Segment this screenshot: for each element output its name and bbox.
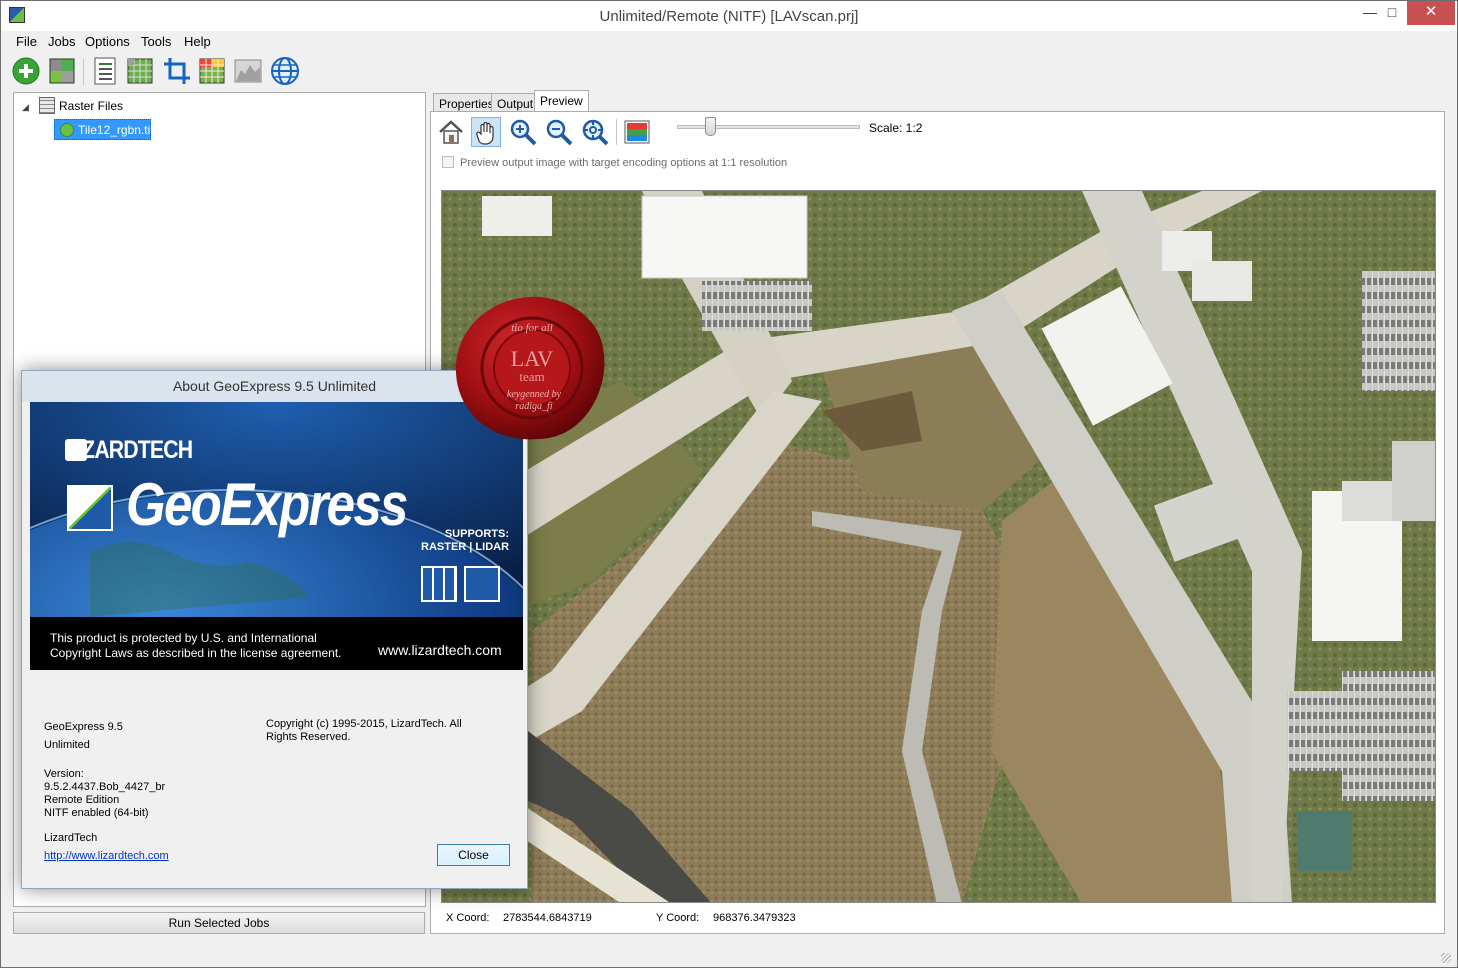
product-edition: Unlimited <box>44 739 90 751</box>
status-bar <box>1 941 1457 967</box>
preview-toolbar-separator <box>616 119 617 145</box>
color-grid-icon[interactable] <box>197 56 227 86</box>
y-coord-label: Y Coord: <box>656 912 700 924</box>
company-name: LizardTech <box>44 832 98 844</box>
menu-jobs[interactable]: Jobs <box>48 34 75 49</box>
menu-tools[interactable]: Tools <box>141 34 171 49</box>
tree-item-label: Tile12_rgbn.tif <box>78 123 154 137</box>
crop-icon[interactable] <box>162 56 192 86</box>
tree-collapse-icon[interactable]: ◢ <box>22 102 29 113</box>
tab-output[interactable]: Output <box>491 93 540 112</box>
menu-file[interactable]: File <box>16 34 37 49</box>
main-window: Unlimited/Remote (NITF) [LAVscan.prj] — … <box>0 0 1458 968</box>
version-label: Version: <box>44 768 84 780</box>
version-number: 9.5.2.4437.Bob_4427_br <box>44 781 166 793</box>
company-link[interactable]: http://www.lizardtech.com <box>44 850 169 862</box>
seal-bottom-text-2: radiga_fi <box>515 401 552 412</box>
maximize-button[interactable]: □ <box>1375 1 1409 25</box>
supports-types: RASTER | LIDAR <box>421 541 510 553</box>
menu-bar: File Jobs Options Tools Help <box>1 31 1457 51</box>
document-list-icon[interactable] <box>90 56 120 86</box>
legal-text: This product is protected by U.S. and In… <box>50 631 360 661</box>
toolbar <box>1 53 1457 89</box>
legal-strip: This product is protected by U.S. and In… <box>30 617 523 670</box>
y-coord-value: 968376.3479323 <box>713 912 796 924</box>
x-coord-label: X Coord: <box>446 912 490 924</box>
run-selected-jobs-button[interactable]: Run Selected Jobs <box>13 912 425 934</box>
about-dialog: About GeoExpress 9.5 Unlimited LIZARDTEC… <box>21 370 528 889</box>
toolbar-separator <box>83 59 84 85</box>
pan-hand-icon[interactable] <box>471 117 501 147</box>
tree-root-label[interactable]: Raster Files <box>59 99 123 113</box>
tab-preview[interactable]: Preview <box>534 90 589 112</box>
seal-bottom-text-1: keygenned by <box>507 389 562 400</box>
seal-top-text: tio for all <box>511 322 553 334</box>
product-name: GeoExpress 9.5 <box>44 721 123 733</box>
zoom-fit-icon[interactable] <box>580 117 610 147</box>
legal-line-2: Copyright Laws as described in the licen… <box>50 646 342 660</box>
home-icon[interactable] <box>436 117 466 147</box>
title-bar: Unlimited/Remote (NITF) [LAVscan.prj] — … <box>1 1 1457 31</box>
status-ok-icon <box>60 123 74 137</box>
scale-slider-thumb[interactable] <box>705 117 716 136</box>
zoom-out-icon[interactable] <box>544 117 574 147</box>
remote-edition: Remote Edition <box>44 794 120 806</box>
window-title: Unlimited/Remote (NITF) [LAVscan.prj] <box>599 8 859 25</box>
preview-encoding-checkbox[interactable] <box>442 156 454 168</box>
resize-grip-icon[interactable] <box>1441 953 1451 963</box>
wax-seal-image: LAV team tio for all keygenned by radiga… <box>455 296 605 440</box>
mosaic-icon[interactable] <box>47 56 77 86</box>
band-color-icon[interactable] <box>622 117 652 147</box>
tree-item-tile12[interactable]: Tile12_rgbn.tif <box>54 119 154 140</box>
menu-help[interactable]: Help <box>184 34 211 49</box>
nitf-status: NITF enabled (64-bit) <box>44 807 149 819</box>
supports-heading: SUPPORTS: <box>444 528 510 540</box>
globe-icon[interactable] <box>270 56 300 86</box>
scale-label: Scale: 1:2 <box>869 121 923 135</box>
about-banner: LIZARDTECH GeoExpress SUPPORTS: RASTER |… <box>30 402 523 670</box>
copyright-line-2: Rights Reserved. <box>266 731 351 743</box>
geoexpress-logo-icon <box>67 485 113 531</box>
close-button[interactable]: Close <box>437 844 510 866</box>
legal-line-1: This product is protected by U.S. and In… <box>50 631 317 645</box>
x-coord-value: 2783544.6843719 <box>503 912 592 924</box>
raster-files-icon <box>39 97 55 114</box>
lidar-icon <box>464 566 500 602</box>
seal-center-text: LAV <box>511 346 553 371</box>
copyright-line-1: Copyright (c) 1995-2015, LizardTech. All <box>266 718 462 730</box>
supports-text: SUPPORTS: RASTER | LIDAR <box>421 528 509 554</box>
tab-properties[interactable]: Properties <box>433 93 500 112</box>
seal-sub-text: team <box>519 369 544 384</box>
zoom-in-icon[interactable] <box>508 117 538 147</box>
menu-options[interactable]: Options <box>85 34 130 49</box>
lizardtech-logo-icon <box>65 439 87 461</box>
grid-icon[interactable] <box>125 56 155 86</box>
banner-url: www.lizardtech.com <box>378 642 502 658</box>
histogram-icon[interactable] <box>233 56 263 86</box>
close-window-button[interactable]: ✕ <box>1407 1 1455 25</box>
geoexpress-logo-text: GeoExpress <box>126 471 408 538</box>
preview-encoding-label: Preview output image with target encodin… <box>460 157 788 169</box>
add-icon[interactable] <box>11 56 41 86</box>
raster-icon <box>421 566 457 602</box>
